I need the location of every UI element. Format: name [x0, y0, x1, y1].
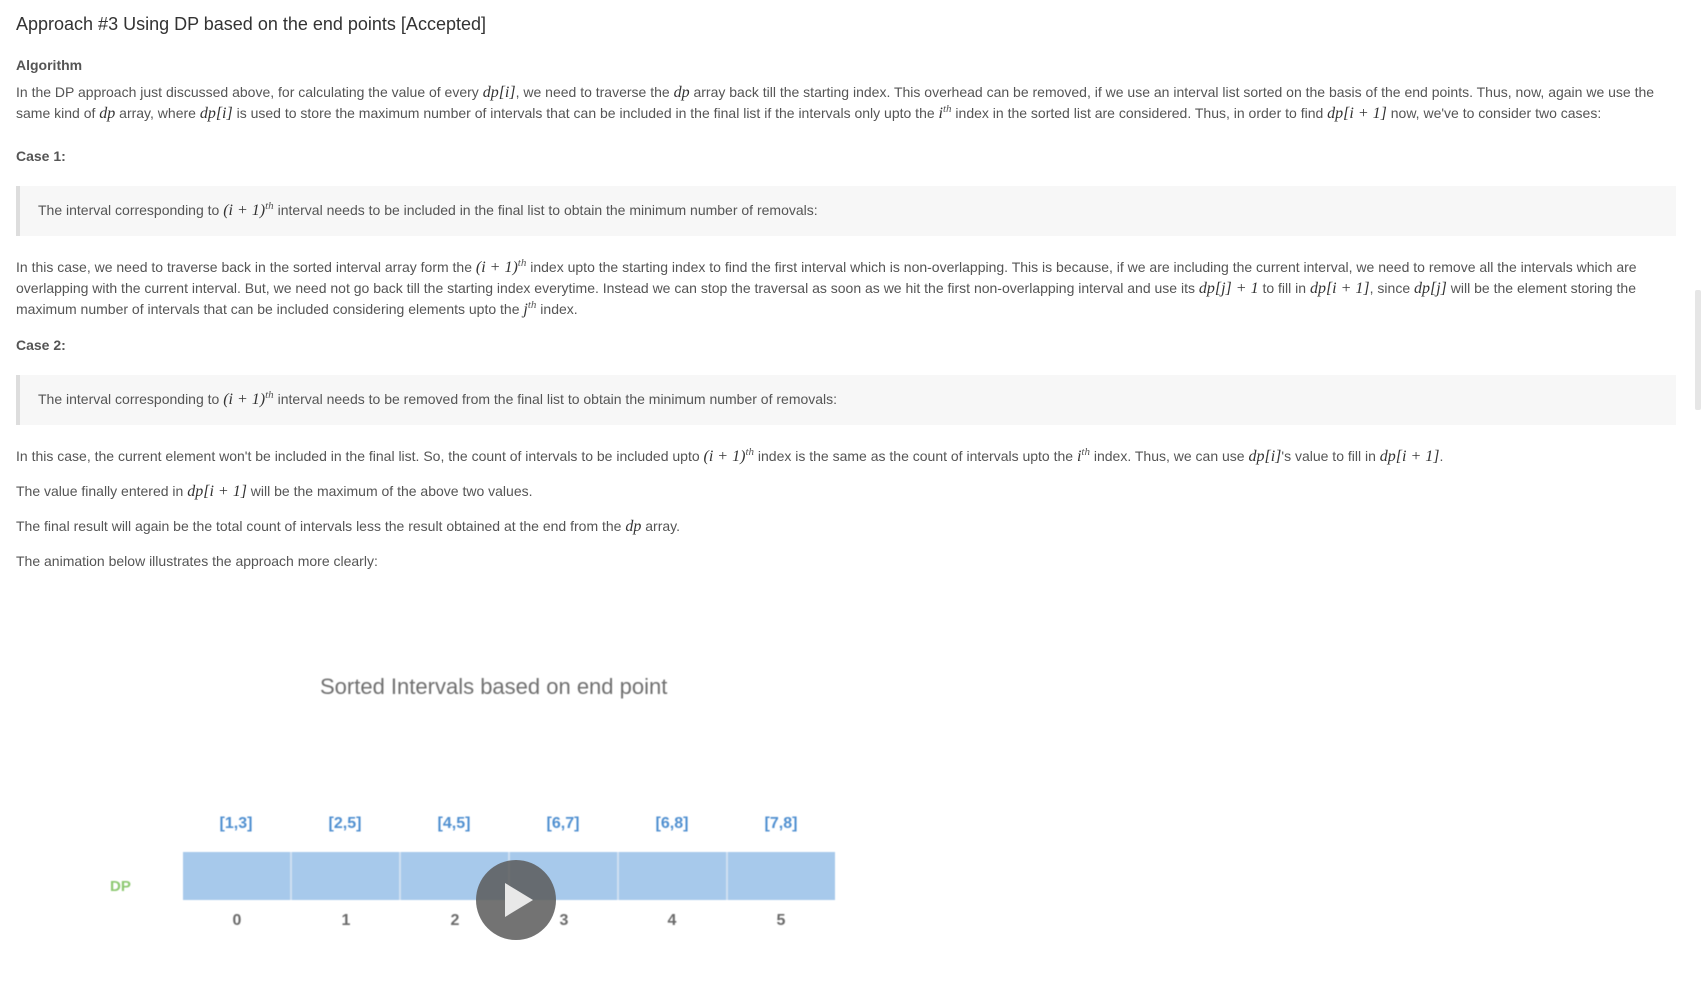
case2-paragraph: In this case, the current element won't …: [16, 446, 1444, 466]
case2-heading: Case 2:: [16, 337, 66, 353]
dp-index: 2: [450, 912, 460, 929]
interval-label: [2,5]: [328, 815, 362, 832]
animation-player[interactable]: Sorted Intervals based on end point [1,3…: [0, 560, 1701, 1006]
case1-paragraph: In this case, we need to traverse back i…: [16, 257, 1637, 319]
interval-label: [7,8]: [764, 815, 798, 832]
case2-quote-text: The interval corresponding to (i + 1)th …: [38, 389, 838, 409]
case1-quote: The interval corresponding to (i + 1)th …: [16, 186, 1676, 236]
dp-label: DP: [110, 878, 131, 895]
interval-label: [6,8]: [655, 815, 689, 832]
dp-index: 5: [776, 912, 786, 929]
dp-cell: [619, 852, 728, 900]
dp-index: 1: [341, 912, 351, 929]
case2-quote: The interval corresponding to (i + 1)th …: [16, 375, 1676, 425]
interval-label: [4,5]: [437, 815, 471, 832]
case1-heading: Case 1:: [16, 148, 66, 164]
dp-index: 0: [232, 912, 242, 929]
case1-quote-text: The interval corresponding to (i + 1)th …: [38, 200, 818, 220]
interval-label: [1,3]: [219, 815, 253, 832]
play-icon: [505, 883, 533, 917]
interval-label: [6,7]: [546, 815, 580, 832]
final-result-paragraph: The final result will again be the total…: [16, 518, 680, 535]
play-button[interactable]: [476, 860, 556, 940]
dp-index: 4: [667, 912, 677, 929]
dp-cell: [728, 852, 835, 900]
dp-cell: [292, 852, 401, 900]
scrollbar[interactable]: [1695, 290, 1701, 410]
dp-cell: [183, 852, 292, 900]
approach-title: Approach #3 Using DP based on the end po…: [16, 14, 486, 34]
algorithm-heading: Algorithm: [16, 57, 83, 73]
final-value-paragraph: The value finally entered in dp[i + 1] w…: [16, 483, 533, 500]
intro-paragraph: In the DP approach just discussed above,…: [16, 84, 1655, 122]
animation-title: Sorted Intervals based on end point: [320, 674, 668, 699]
